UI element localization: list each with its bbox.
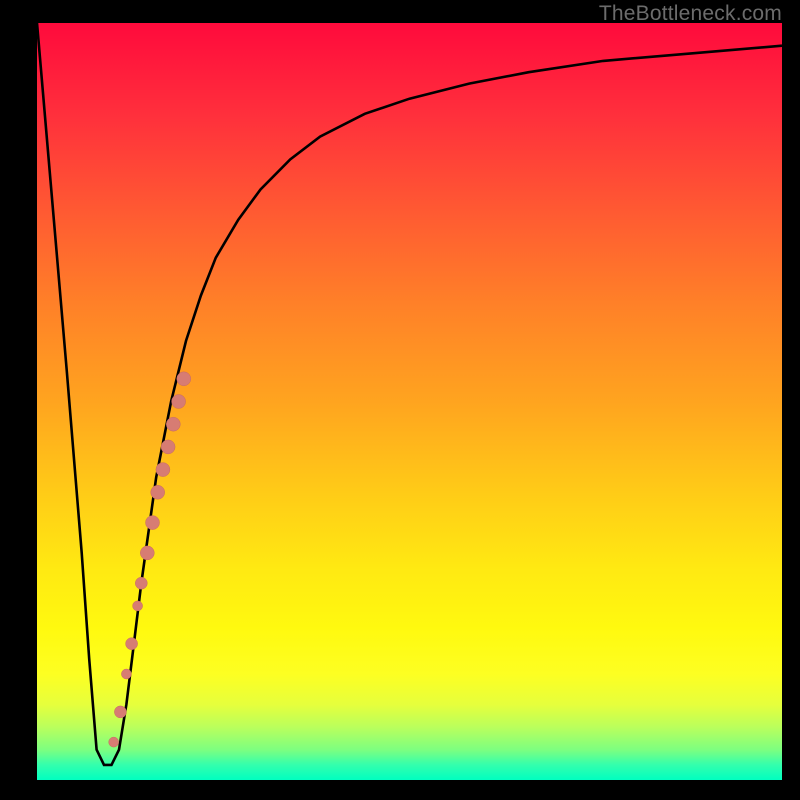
data-marker [133,601,143,611]
data-marker [156,463,170,477]
data-marker [151,485,165,499]
data-marker [166,417,180,431]
data-marker [146,516,160,530]
attribution-text: TheBottleneck.com [599,2,782,26]
data-marker [121,669,131,679]
data-marker [172,395,186,409]
data-marker [126,638,138,650]
data-marker [109,737,119,747]
data-marker [177,372,191,386]
data-marker [135,577,147,589]
bottleneck-curve [37,23,782,765]
chart-frame: TheBottleneck.com [0,0,800,800]
data-marker [161,440,175,454]
chart-svg [37,23,782,780]
data-markers [109,372,191,747]
data-marker [140,546,154,560]
data-marker [114,706,126,718]
